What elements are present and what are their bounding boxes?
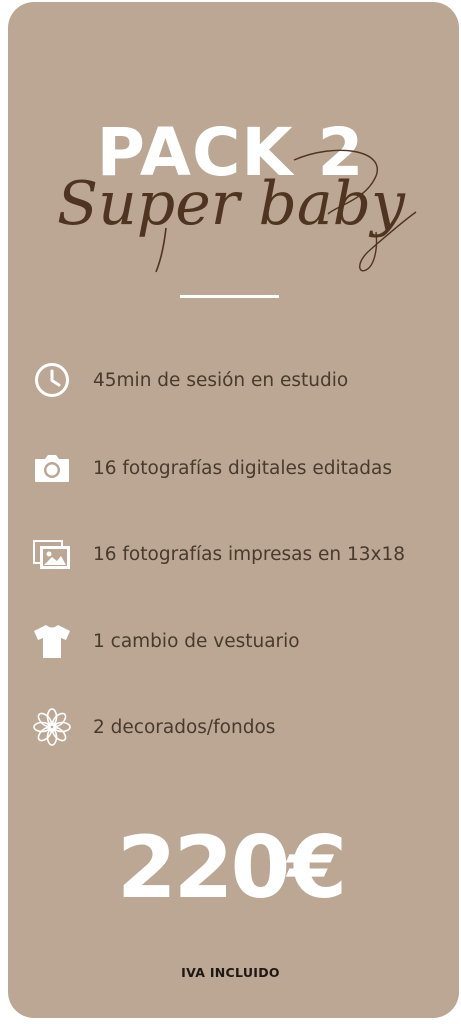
tshirt-icon <box>30 619 74 663</box>
flower-icon <box>30 705 74 749</box>
feature-item-session: 45min de sesión en estudio <box>30 358 450 402</box>
clock-icon <box>30 358 74 402</box>
tax-note: IVA INCLUIDO <box>181 965 280 980</box>
feature-label: 16 fotografías impresas en 13x18 <box>93 543 406 565</box>
feature-label: 16 fotografías digitales editadas <box>93 457 392 479</box>
photos-icon <box>30 532 74 576</box>
price: 220€ <box>116 818 347 918</box>
feature-label: 2 decorados/fondos <box>93 716 276 738</box>
feature-label: 1 cambio de vestuario <box>93 630 300 652</box>
feature-item-outfit-change: 1 cambio de vestuario <box>30 619 450 663</box>
camera-icon <box>30 446 74 490</box>
feature-item-backdrops: 2 decorados/fondos <box>30 705 450 749</box>
feature-item-printed-photos: 16 fotografías impresas en 13x18 <box>30 532 450 576</box>
feature-label: 45min de sesión en estudio <box>93 369 349 391</box>
feature-item-digital-photos: 16 fotografías digitales editadas <box>30 446 450 490</box>
